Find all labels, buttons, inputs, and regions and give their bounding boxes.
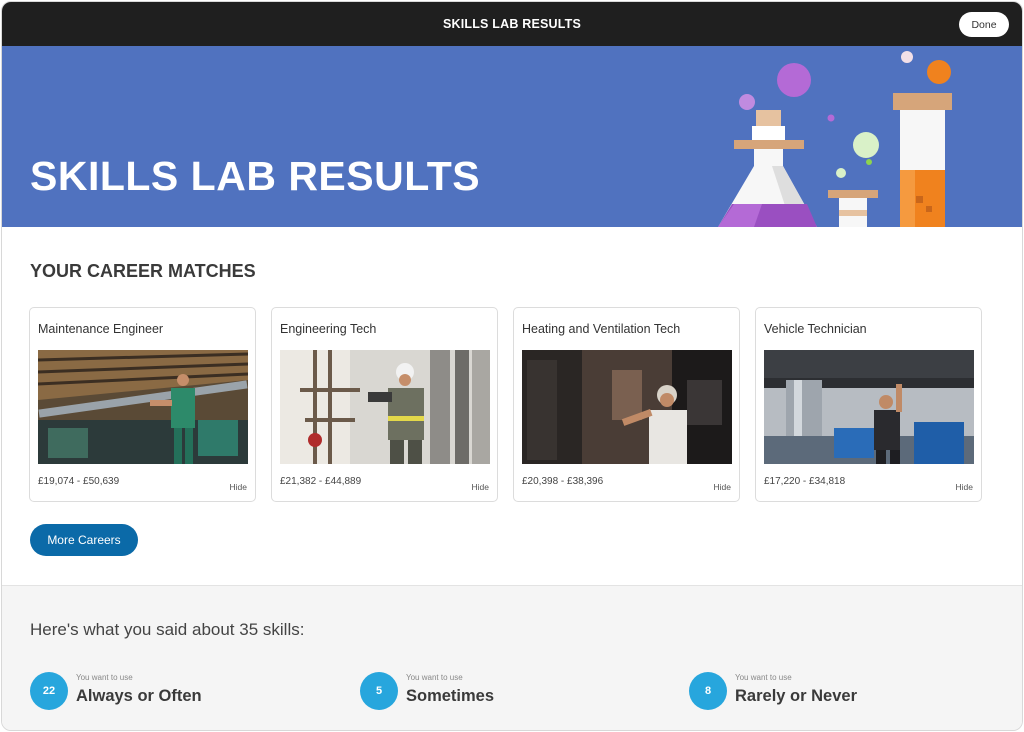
career-photo [280,350,490,464]
salary-range: £17,220 - £34,818 [764,476,846,487]
top-bar: SKILLS LAB RESULTS Done [2,2,1022,46]
skills-summary: Here's what you said about 35 skills: 22… [2,585,1022,730]
salary-range: £19,074 - £50,639 [38,476,120,487]
stat-count: 22 [30,672,68,710]
more-careers-button[interactable]: More Careers [30,524,138,556]
stat-count: 8 [689,672,727,710]
career-title: Vehicle Technician [764,322,867,336]
career-title: Heating and Ventilation Tech [522,322,681,336]
stat-label: Always or Often [76,687,202,705]
done-button[interactable]: Done [959,12,1009,37]
career-title: Maintenance Engineer [38,322,164,336]
salary-range: £21,382 - £44,889 [280,476,362,487]
hero-banner: SKILLS LAB RESULTS [2,46,1022,227]
stat-count: 5 [360,672,398,710]
career-matches-heading: YOUR CAREER MATCHES [30,261,256,281]
stat-caption: You want to use [76,673,133,682]
career-photo [522,350,732,464]
career-photo [764,350,974,464]
app-window: SKILLS LAB RESULTS Done SKILLS LAB RESUL… [1,1,1023,731]
stat-label: Sometimes [406,687,495,705]
stat-caption: You want to use [735,673,792,682]
stat-label: Rarely or Never [735,687,857,705]
hide-link[interactable]: Hide [714,482,731,492]
salary-range: £20,398 - £38,396 [522,476,604,487]
career-card[interactable]: Maintenance Engineer £19,074 - £50,639 H… [29,307,256,502]
summary-heading: Here's what you said about 35 skills: [30,620,305,639]
hide-link[interactable]: Hide [472,482,489,492]
hide-link[interactable]: Hide [956,482,973,492]
career-card[interactable]: Engineering Tech £21,382 - £44,889 Hide [271,307,498,502]
window-title: SKILLS LAB RESULTS [442,17,582,31]
hide-link[interactable]: Hide [230,482,247,492]
stat-caption: You want to use [406,673,463,682]
career-card[interactable]: Vehicle Technician £17,220 - £34,818 Hid… [755,307,982,502]
career-title: Engineering Tech [280,322,377,336]
career-photo [38,350,248,464]
hero-title: SKILLS LAB RESULTS [30,153,481,199]
career-card[interactable]: Heating and Ventilation Tech £20,398 - £… [513,307,740,502]
